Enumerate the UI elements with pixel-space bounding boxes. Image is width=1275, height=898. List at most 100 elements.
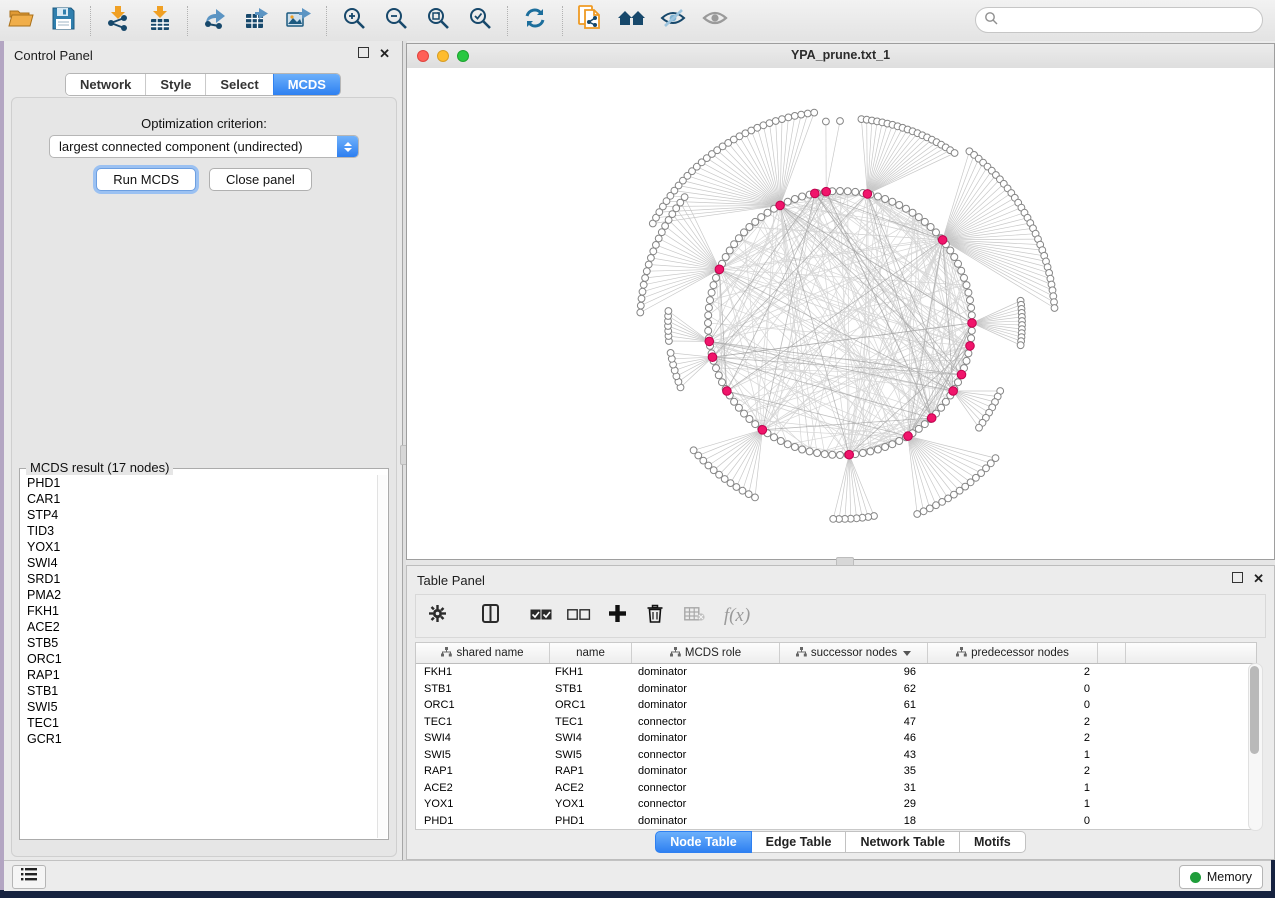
- result-list-item[interactable]: STB5: [27, 635, 378, 651]
- optimization-criterion-select[interactable]: largest connected component (undirected): [49, 135, 359, 158]
- table-cell[interactable]: 29: [780, 798, 928, 810]
- column-header-successor-nodes[interactable]: successor nodes: [780, 643, 928, 663]
- table-cell[interactable]: SWI4: [550, 732, 632, 744]
- table-cell[interactable]: 2: [928, 732, 1098, 744]
- open-file-button[interactable]: [1, 4, 41, 38]
- tab-select[interactable]: Select: [205, 74, 272, 95]
- table-cell[interactable]: dominator: [632, 765, 780, 777]
- search-input[interactable]: [1004, 12, 1254, 28]
- create-column-button[interactable]: [598, 601, 636, 631]
- result-list-item[interactable]: STP4: [27, 507, 378, 523]
- table-cell[interactable]: 47: [780, 716, 928, 728]
- result-list-item[interactable]: SRD1: [27, 571, 378, 587]
- float-panel-icon[interactable]: [358, 47, 369, 60]
- refresh-button[interactable]: [515, 4, 555, 38]
- table-cell[interactable]: ACE2: [550, 782, 632, 794]
- table-cell[interactable]: 0: [928, 683, 1098, 695]
- table-cell[interactable]: ACE2: [416, 782, 550, 794]
- zoom-fit-button[interactable]: [418, 4, 458, 38]
- table-cell[interactable]: dominator: [632, 732, 780, 744]
- network-titlebar[interactable]: YPA_prune.txt_1: [407, 44, 1274, 69]
- result-list-item[interactable]: RAP1: [27, 667, 378, 683]
- save-session-button[interactable]: [43, 4, 83, 38]
- table-cell[interactable]: 0: [928, 815, 1098, 827]
- result-list-item[interactable]: TID3: [27, 523, 378, 539]
- close-panel-icon[interactable]: ✕: [379, 48, 390, 60]
- zoom-out-button[interactable]: [376, 4, 416, 38]
- result-list-item[interactable]: TEC1: [27, 715, 378, 731]
- tab-node-table[interactable]: Node Table: [655, 831, 751, 853]
- table-cell[interactable]: YOX1: [550, 798, 632, 810]
- table-cell[interactable]: RAP1: [416, 765, 550, 777]
- table-cell[interactable]: 2: [928, 666, 1098, 678]
- table-cell[interactable]: 35: [780, 765, 928, 777]
- table-cell[interactable]: 46: [780, 732, 928, 744]
- table-cell[interactable]: connector: [632, 798, 780, 810]
- table-cell[interactable]: dominator: [632, 666, 780, 678]
- tab-mcds[interactable]: MCDS: [273, 74, 340, 95]
- table-row[interactable]: ORC1ORC1dominator610: [416, 697, 1256, 714]
- table-cell[interactable]: 1: [928, 782, 1098, 794]
- table-row[interactable]: FKH1FKH1dominator962: [416, 664, 1256, 681]
- table-cell[interactable]: 96: [780, 666, 928, 678]
- delete-column-button[interactable]: [636, 601, 674, 631]
- table-cell[interactable]: PHD1: [550, 815, 632, 827]
- table-cell[interactable]: 43: [780, 749, 928, 761]
- table-cell[interactable]: dominator: [632, 699, 780, 711]
- run-mcds-button[interactable]: Run MCDS: [96, 168, 196, 191]
- unselect-all-columns-button[interactable]: [560, 601, 598, 631]
- table-cell[interactable]: SWI5: [416, 749, 550, 761]
- select-all-columns-button[interactable]: [522, 601, 560, 631]
- task-history-button[interactable]: [12, 865, 46, 889]
- tab-network-table[interactable]: Network Table: [846, 831, 960, 853]
- result-list-item[interactable]: CAR1: [27, 491, 378, 507]
- table-cell[interactable]: connector: [632, 782, 780, 794]
- table-body[interactable]: FKH1FKH1dominator962STB1STB1dominator620…: [416, 664, 1256, 829]
- result-list-item[interactable]: PMA2: [27, 587, 378, 603]
- tab-motifs[interactable]: Motifs: [960, 831, 1026, 853]
- table-row[interactable]: YOX1YOX1connector291: [416, 796, 1256, 813]
- table-cell[interactable]: 18: [780, 815, 928, 827]
- table-cell[interactable]: 1: [928, 798, 1098, 810]
- table-cell[interactable]: 0: [928, 699, 1098, 711]
- tab-style[interactable]: Style: [145, 74, 205, 95]
- table-cell[interactable]: ORC1: [416, 699, 550, 711]
- memory-button[interactable]: Memory: [1179, 865, 1263, 889]
- column-header-name[interactable]: name: [550, 643, 632, 663]
- table-cell[interactable]: YOX1: [416, 798, 550, 810]
- import-table-button[interactable]: [140, 4, 180, 38]
- table-scrollbar[interactable]: [1248, 663, 1263, 831]
- table-cell[interactable]: PHD1: [416, 815, 550, 827]
- column-header-shared-name[interactable]: shared name: [416, 643, 550, 663]
- scrollbar-thumb[interactable]: [1250, 666, 1259, 754]
- table-row[interactable]: TEC1TEC1connector472: [416, 714, 1256, 731]
- table-cell[interactable]: SWI5: [550, 749, 632, 761]
- table-cell[interactable]: ORC1: [550, 699, 632, 711]
- table-cell[interactable]: dominator: [632, 683, 780, 695]
- table-row[interactable]: ACE2ACE2connector311: [416, 780, 1256, 797]
- table-cell[interactable]: TEC1: [550, 716, 632, 728]
- column-header-predecessor-nodes[interactable]: predecessor nodes: [928, 643, 1098, 663]
- close-panel-button[interactable]: Close panel: [209, 168, 312, 191]
- table-row[interactable]: RAP1RAP1dominator352: [416, 763, 1256, 780]
- table-cell[interactable]: 1: [928, 749, 1098, 761]
- show-column-panel-button[interactable]: [458, 601, 522, 631]
- home-network-button[interactable]: [612, 4, 652, 38]
- tab-network[interactable]: Network: [66, 74, 145, 95]
- result-list-item[interactable]: PHD1: [27, 475, 378, 491]
- table-cell[interactable]: FKH1: [550, 666, 632, 678]
- result-list-item[interactable]: STB1: [27, 683, 378, 699]
- table-cell[interactable]: 61: [780, 699, 928, 711]
- table-cell[interactable]: 62: [780, 683, 928, 695]
- network-graph[interactable]: [407, 68, 1274, 559]
- search-field[interactable]: [975, 7, 1263, 33]
- table-settings-button[interactable]: [416, 601, 458, 631]
- column-header-mcds-role[interactable]: MCDS role: [632, 643, 780, 663]
- table-cell[interactable]: dominator: [632, 815, 780, 827]
- close-panel-icon[interactable]: ✕: [1253, 573, 1264, 585]
- show-elements-button[interactable]: [696, 4, 736, 38]
- table-cell[interactable]: connector: [632, 716, 780, 728]
- table-cell[interactable]: SWI4: [416, 732, 550, 744]
- result-list-item[interactable]: ORC1: [27, 651, 378, 667]
- table-cell[interactable]: TEC1: [416, 716, 550, 728]
